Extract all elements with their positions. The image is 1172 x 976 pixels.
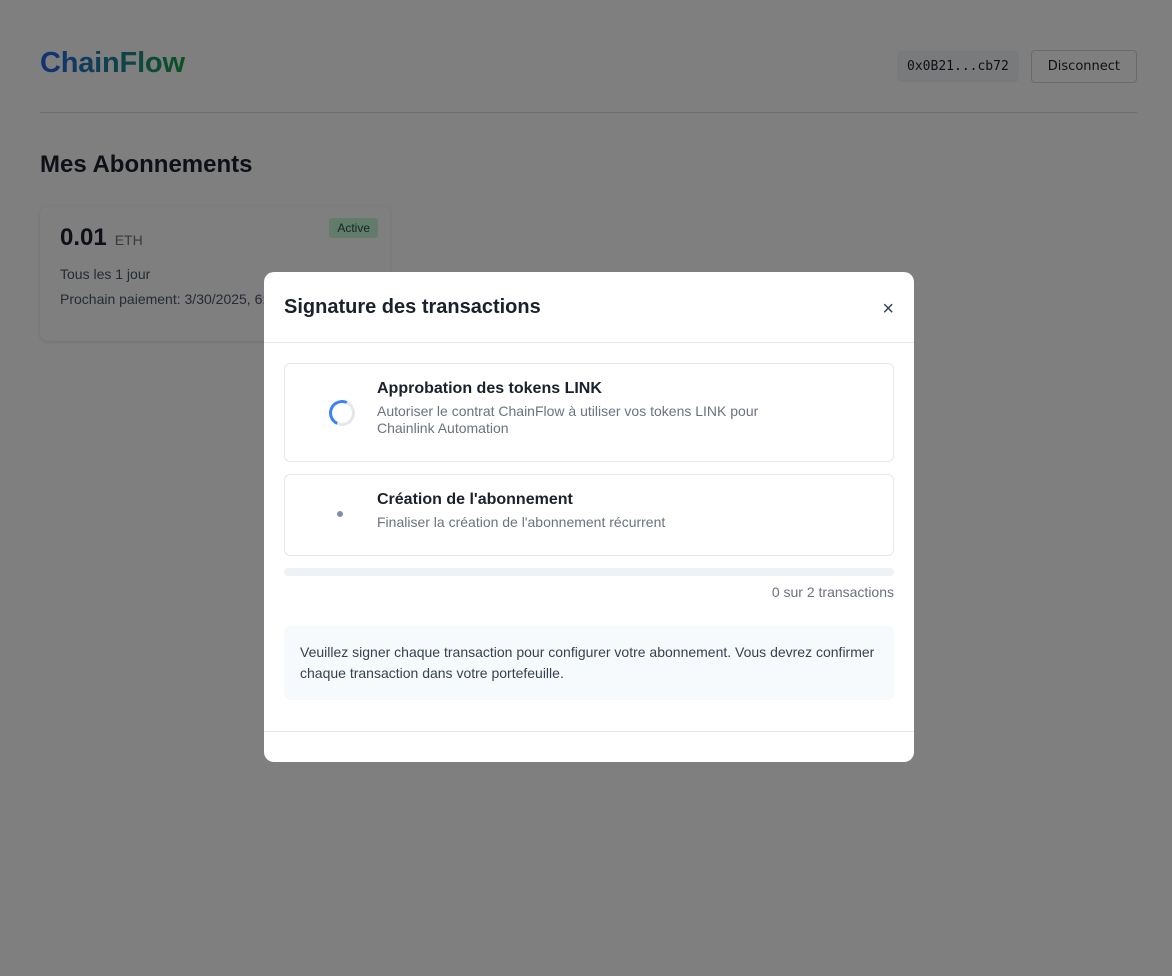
modal-title: Signature des transactions bbox=[284, 295, 541, 318]
progress-label: 0 sur 2 transactions bbox=[771, 584, 894, 600]
modal-body: Approbation des tokens LINK Autoriser le… bbox=[264, 343, 914, 700]
step-status-container bbox=[305, 378, 377, 430]
step-text: Approbation des tokens LINK Autoriser le… bbox=[377, 378, 873, 437]
modal-footer bbox=[264, 731, 914, 762]
modal-header: Signature des transactions × bbox=[264, 272, 914, 343]
step-title: Création de l'abonnement bbox=[377, 491, 573, 508]
transaction-signature-modal: Signature des transactions × Approbation… bbox=[264, 272, 914, 762]
step-status-container bbox=[305, 489, 377, 517]
step-title: Approbation des tokens LINK bbox=[377, 380, 602, 397]
step-description: Autoriser le contrat ChainFlow à utilise… bbox=[377, 403, 759, 436]
pending-dot-icon bbox=[337, 511, 343, 517]
step-approve-link: Approbation des tokens LINK Autoriser le… bbox=[284, 363, 894, 462]
close-icon[interactable]: × bbox=[882, 299, 894, 319]
step-description: Finaliser la création de l'abonnement ré… bbox=[377, 514, 666, 530]
step-create-subscription: Création de l'abonnement Finaliser la cr… bbox=[284, 474, 894, 556]
loading-spinner-icon bbox=[325, 396, 359, 430]
step-text: Création de l'abonnement Finaliser la cr… bbox=[377, 489, 873, 531]
progress-bar bbox=[284, 568, 894, 576]
info-message: Veuillez signer chaque transaction pour … bbox=[284, 626, 894, 700]
